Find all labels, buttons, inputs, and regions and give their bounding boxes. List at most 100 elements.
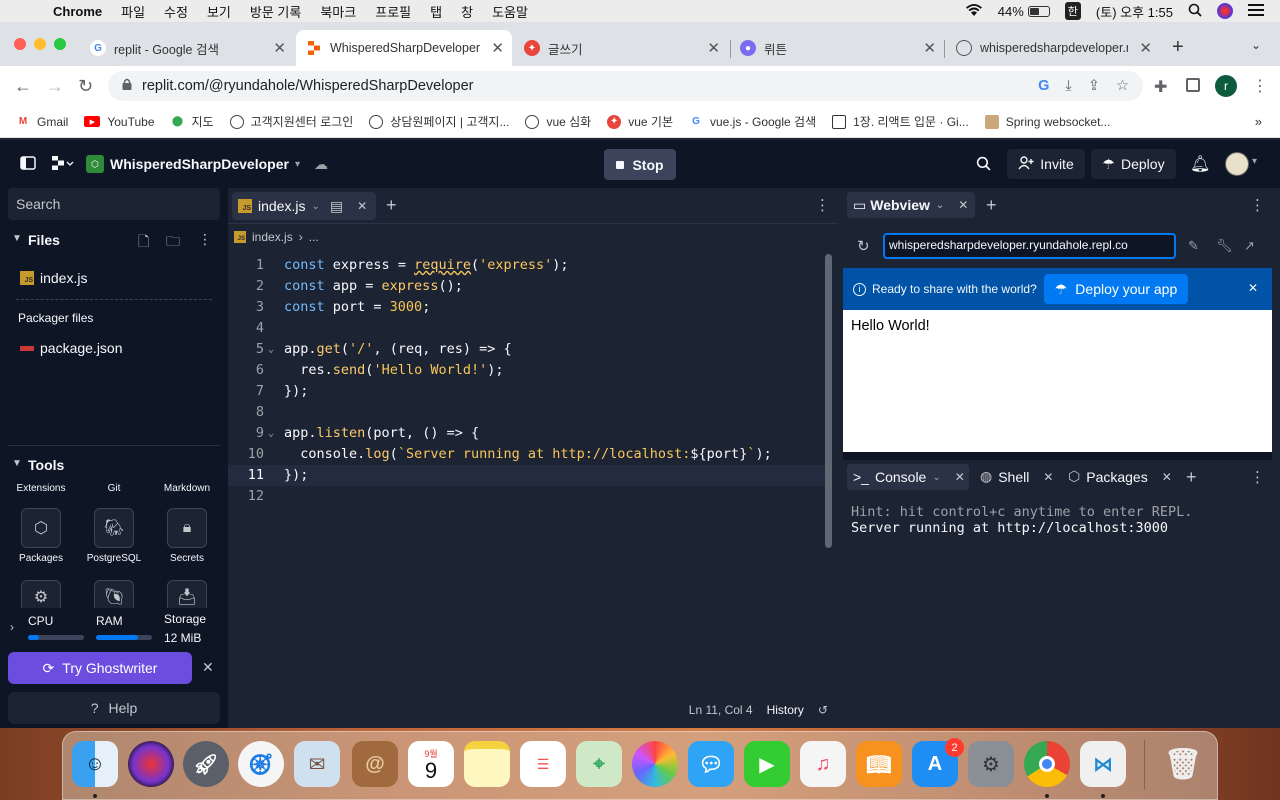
breadcrumb-more[interactable]: ... bbox=[309, 230, 319, 244]
menu-file[interactable]: 파일 bbox=[121, 2, 145, 21]
bookmark-star-icon[interactable]: ☆ bbox=[1116, 78, 1129, 94]
new-file-icon[interactable]: 🗋︎ bbox=[138, 231, 149, 255]
chevron-down-icon[interactable]: ⌄ bbox=[311, 201, 319, 212]
close-tab-icon[interactable]: ✕ bbox=[1162, 470, 1172, 484]
vscode-icon[interactable]: ⋈ bbox=[1080, 741, 1126, 787]
tools-heading[interactable]: Tools bbox=[28, 457, 64, 473]
bookmark-vue-basic[interactable]: ✦ vue 기본 bbox=[607, 113, 673, 130]
tool-header-extensions[interactable]: Extensions bbox=[6, 483, 76, 494]
file-search-input[interactable]: Search bbox=[8, 188, 220, 220]
bookmark-spring-websocket[interactable]: Spring websocket... bbox=[984, 114, 1110, 129]
zoom-window-button[interactable] bbox=[54, 38, 66, 50]
contacts-icon[interactable]: @ bbox=[352, 741, 398, 787]
toggle-sidebar-icon[interactable] bbox=[20, 155, 36, 173]
pane-resize-handle[interactable] bbox=[843, 452, 1272, 460]
close-tab-icon[interactable]: ✕ bbox=[707, 39, 720, 57]
packages-tab[interactable]: ⬡ Packages ✕ bbox=[1068, 468, 1172, 485]
input-method-indicator[interactable]: 한 bbox=[1064, 2, 1081, 20]
editor-tab-index-js[interactable]: JS index.js ⌄ ▤ ✕ bbox=[232, 192, 376, 220]
menu-window[interactable]: 창 bbox=[461, 2, 473, 21]
mail-stamp-icon[interactable]: ✉ bbox=[294, 741, 340, 787]
bookmark-support-login[interactable]: 고객지원센터 로그인 bbox=[229, 113, 353, 130]
music-icon[interactable]: ♫ bbox=[800, 741, 846, 787]
menu-history[interactable]: 방문 기록 bbox=[250, 2, 301, 21]
close-tab-icon[interactable]: ✕ bbox=[491, 39, 504, 57]
bookmark-vue-advanced[interactable]: vue 심화 bbox=[525, 113, 591, 130]
trash-icon[interactable]: 🗑︎ bbox=[1160, 741, 1206, 787]
chevron-right-icon[interactable]: › bbox=[10, 620, 14, 634]
siri-icon[interactable] bbox=[1217, 3, 1233, 19]
cloud-sync-icon[interactable]: ☁ bbox=[314, 156, 328, 173]
spotlight-icon[interactable] bbox=[1188, 3, 1202, 20]
chrome-menu-icon[interactable]: ⋮ bbox=[1252, 76, 1268, 96]
new-folder-icon[interactable]: 🗀︎ bbox=[166, 231, 180, 255]
menu-profile[interactable]: 프로필 bbox=[375, 2, 411, 21]
close-tab-icon[interactable]: ✕ bbox=[955, 470, 965, 484]
menu-edit[interactable]: 수정 bbox=[164, 2, 188, 21]
menu-view[interactable]: 보기 bbox=[207, 2, 231, 21]
postgresql-tool-button[interactable]: 🐘︎ bbox=[94, 508, 134, 548]
close-banner-icon[interactable]: ✕ bbox=[1248, 281, 1258, 295]
bookmark-gmail[interactable]: M Gmail bbox=[16, 115, 69, 129]
edit-pencil-icon[interactable]: ✎ bbox=[1188, 238, 1199, 254]
shell-tool-button[interactable]: 🐚︎ bbox=[94, 580, 134, 608]
deploy-your-app-button[interactable]: ☂ Deploy your app bbox=[1044, 274, 1188, 304]
reload-icon[interactable]: ↻ bbox=[857, 237, 870, 255]
tab-search-chevron-icon[interactable]: ⌄ bbox=[1251, 38, 1261, 52]
launchpad-icon[interactable]: 🚀︎ bbox=[183, 741, 229, 787]
browser-tab-active[interactable]: WhisperedSharpDeveloper ✕ bbox=[296, 30, 512, 66]
open-new-tab-icon[interactable]: ↗ bbox=[1244, 238, 1255, 254]
siri-icon[interactable] bbox=[128, 741, 174, 787]
notes-icon[interactable] bbox=[464, 741, 510, 787]
console-menu-icon[interactable]: ⋮ bbox=[1250, 468, 1265, 486]
reminders-icon[interactable]: ☰ bbox=[520, 741, 566, 787]
battery-status[interactable]: 44% bbox=[998, 4, 1050, 19]
google-lens-icon[interactable]: G bbox=[1038, 78, 1049, 94]
facetime-icon[interactable]: ▶ bbox=[744, 741, 790, 787]
shell-tab[interactable]: ◍ Shell ✕ bbox=[980, 468, 1053, 485]
new-pane-tab-icon[interactable]: + bbox=[1186, 467, 1197, 488]
fold-chevron-icon[interactable]: ⌄ bbox=[268, 423, 274, 444]
bookmark-vue-google[interactable]: Gvue.js - Google 검색 bbox=[689, 113, 816, 130]
chevron-down-icon[interactable]: ▼ bbox=[12, 233, 22, 244]
safari-icon[interactable]: 🧭︎ bbox=[238, 741, 284, 787]
notifications-bell-icon[interactable]: 🔔︎ bbox=[1190, 154, 1210, 174]
chevron-down-icon[interactable]: ▾ bbox=[1252, 156, 1257, 167]
close-tab-icon[interactable]: ✕ bbox=[1043, 470, 1053, 484]
maps-icon[interactable]: ⌖ bbox=[576, 741, 622, 787]
forward-icon[interactable]: → bbox=[46, 76, 64, 97]
close-tab-icon[interactable]: ✕ bbox=[958, 198, 968, 212]
side-panel-icon[interactable] bbox=[1186, 78, 1200, 92]
chevron-down-icon[interactable]: ▼ bbox=[12, 458, 22, 469]
breadcrumb-file[interactable]: index.js bbox=[252, 230, 293, 244]
chrome-icon[interactable] bbox=[1024, 741, 1070, 787]
chevron-down-icon[interactable]: ⌄ bbox=[932, 472, 940, 483]
editor-scrollbar[interactable] bbox=[825, 254, 832, 548]
menu-help[interactable]: 도움말 bbox=[492, 2, 528, 21]
browser-tab[interactable]: ● 뤼튼 ✕ bbox=[730, 30, 944, 66]
history-button[interactable]: History bbox=[767, 703, 804, 717]
lock-icon[interactable] bbox=[122, 78, 132, 94]
photos-icon[interactable] bbox=[632, 741, 678, 787]
more-bookmarks-icon[interactable]: » bbox=[1255, 114, 1280, 129]
files-menu-icon[interactable]: ⋮ bbox=[198, 231, 212, 248]
settings-tool-button[interactable]: ⚙ bbox=[21, 580, 61, 608]
chevron-down-icon[interactable]: ⌄ bbox=[936, 200, 944, 211]
reload-icon[interactable]: ↻ bbox=[78, 76, 93, 97]
close-tab-icon[interactable]: ✕ bbox=[273, 39, 286, 57]
messages-icon[interactable]: 💬︎ bbox=[688, 741, 734, 787]
share-icon[interactable]: ⇪ bbox=[1088, 78, 1100, 94]
menu-tab[interactable]: 탭 bbox=[430, 2, 442, 21]
user-avatar[interactable] bbox=[1225, 152, 1249, 176]
address-bar[interactable]: replit.com/@ryundahole/WhisperedSharpDev… bbox=[108, 71, 1143, 101]
stop-button[interactable]: Stop bbox=[604, 149, 676, 180]
menu-bookmarks[interactable]: 북마크 bbox=[320, 2, 356, 21]
search-icon[interactable] bbox=[976, 156, 991, 174]
close-tab-icon[interactable]: ✕ bbox=[357, 199, 367, 213]
bookmark-youtube[interactable]: ▶ YouTube bbox=[84, 115, 155, 129]
browser-tab[interactable]: G replit - Google 검색 ✕ bbox=[80, 30, 294, 66]
close-ghostwriter-icon[interactable]: ✕ bbox=[202, 659, 214, 676]
control-center-icon[interactable] bbox=[1248, 3, 1264, 19]
bookmark-agent-page[interactable]: 상담원페이지 | 고객지... bbox=[369, 113, 509, 130]
help-button[interactable]: ? Help bbox=[8, 692, 220, 724]
